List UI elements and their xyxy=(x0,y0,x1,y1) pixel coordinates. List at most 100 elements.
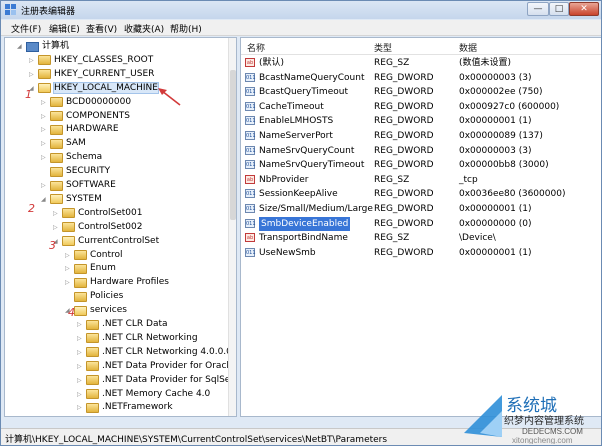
value-row[interactable]: 011 NameSrvQueryTimeout REG_DWORD 0x00000bb… xyxy=(241,158,601,172)
tree-scrollbar-thumb[interactable] xyxy=(230,70,236,220)
tree-node-label[interactable]: SECURITY xyxy=(66,166,110,176)
tree-node[interactable]: ▷ SAM xyxy=(41,137,86,150)
expand-arrow-icon[interactable]: ▷ xyxy=(77,374,86,387)
tree-node[interactable]: ▷ Hardware Profiles xyxy=(65,276,169,289)
tree-node-label[interactable]: HARDWARE xyxy=(66,124,119,134)
tree-node-label[interactable]: SYSTEM xyxy=(66,194,102,204)
value-name[interactable]: UseNewSmb xyxy=(259,246,316,260)
tree-node[interactable]: ▷ .NET CLR Networking 4.0.0.0 xyxy=(77,346,232,359)
key-tree-pane[interactable]: ◢ 计算机 ▷ HKEY_CLASSES_ROOT ▷ HKEY_CURRENT_USER… xyxy=(4,37,237,417)
expand-arrow-icon[interactable]: ▷ xyxy=(77,388,86,401)
tree-node-label[interactable]: ControlSet001 xyxy=(78,208,143,218)
tree-node[interactable]: ◢ SYSTEM xyxy=(41,193,102,206)
expand-arrow-icon[interactable]: ▷ xyxy=(77,346,86,359)
tree-node[interactable]: ◢ 计算机 xyxy=(17,40,69,53)
expand-arrow-icon[interactable]: ▷ xyxy=(65,249,74,262)
expand-arrow-icon[interactable]: ▷ xyxy=(41,151,50,164)
value-name[interactable]: SessionKeepAlive xyxy=(259,187,338,201)
tree-node[interactable]: ▷ ControlSet001 xyxy=(53,207,143,220)
tree-node-label[interactable]: BCD00000000 xyxy=(66,97,131,107)
menu-help[interactable]: 帮助(H) xyxy=(170,22,202,35)
value-name[interactable]: NameSrvQueryCount xyxy=(259,144,354,158)
value-name[interactable]: NameSrvQueryTimeout xyxy=(259,158,364,172)
value-name[interactable]: NbProvider xyxy=(259,173,309,187)
tree-node-label[interactable]: .NET CLR Data xyxy=(102,319,168,329)
expand-arrow-icon[interactable]: ▷ xyxy=(41,137,50,150)
expand-arrow-icon[interactable]: ▷ xyxy=(29,54,38,67)
value-name[interactable]: BcastNameQueryCount xyxy=(259,71,365,85)
expand-arrow-icon[interactable]: ▷ xyxy=(41,123,50,136)
menu-edit[interactable]: 编辑(E) xyxy=(49,22,80,35)
tree-node-label[interactable]: .NETFramework xyxy=(102,402,173,412)
column-header-data[interactable]: 数据 xyxy=(459,41,477,54)
expand-arrow-icon[interactable]: ▷ xyxy=(41,110,50,123)
tree-node-label[interactable]: services xyxy=(90,305,127,315)
value-name[interactable]: Size/Small/Medium/Large xyxy=(259,202,373,216)
column-header-name[interactable]: 名称 xyxy=(247,41,265,54)
value-name[interactable]: TransportBindName xyxy=(259,231,348,245)
expand-arrow-icon[interactable]: ▷ xyxy=(77,401,86,414)
tree-node[interactable]: Policies xyxy=(65,290,123,303)
expand-arrow-icon[interactable]: ▷ xyxy=(41,179,50,192)
value-row[interactable]: 011 SmbDeviceEnabled REG_DWORD 0x00000000 (… xyxy=(241,216,601,231)
tree-node-label[interactable]: .NET Data Provider for SqlSer xyxy=(102,375,234,385)
menu-favorites[interactable]: 收藏夹(A) xyxy=(124,22,164,35)
menu-file[interactable]: 文件(F) xyxy=(11,22,41,35)
tree-node-label[interactable]: COMPONENTS xyxy=(66,111,130,121)
minimize-button[interactable]: — xyxy=(527,2,549,16)
tree-node-label[interactable]: SAM xyxy=(66,138,86,148)
value-name[interactable]: (默认) xyxy=(259,56,284,70)
tree-node-label[interactable]: Policies xyxy=(90,291,123,301)
expand-arrow-icon[interactable]: ▷ xyxy=(77,360,86,373)
tree-node-label[interactable]: .NET CLR Networking xyxy=(102,333,198,343)
value-row[interactable]: 011 EnableLMHOSTS REG_DWORD 0x00000001 (1) xyxy=(241,114,601,128)
value-row[interactable]: 011 SessionKeepAlive REG_DWORD 0x0036ee80 (… xyxy=(241,187,601,201)
expand-arrow-icon[interactable]: ▷ xyxy=(77,332,86,345)
tree-node[interactable]: ▷ .NET Data Provider for SqlSer xyxy=(77,374,234,387)
tree-node[interactable]: ◢ CurrentControlSet xyxy=(53,235,159,248)
menu-view[interactable]: 查看(V) xyxy=(86,22,117,35)
tree-node-label[interactable]: Schema xyxy=(66,152,102,162)
expand-arrow-icon[interactable]: ▷ xyxy=(53,221,62,234)
tree-node-label[interactable]: .NET Memory Cache 4.0 xyxy=(102,389,210,399)
tree-node-label[interactable]: ControlSet002 xyxy=(78,222,143,232)
value-row[interactable]: ab (默认) REG_SZ (数值未设置) xyxy=(241,56,601,70)
tree-node-label[interactable]: HKEY_LOCAL_MACHINE xyxy=(53,81,159,94)
value-name[interactable]: SmbDeviceEnabled xyxy=(259,216,351,231)
values-pane[interactable]: 名称 类型 数据 ab (默认) REG_SZ (数值未设置) 011 BcastName… xyxy=(240,37,601,417)
close-button[interactable]: ✕ xyxy=(569,2,599,16)
tree-node[interactable]: ▷ Schema xyxy=(41,151,102,164)
expand-arrow-icon[interactable]: ▷ xyxy=(29,68,38,81)
collapse-arrow-icon[interactable]: ◢ xyxy=(17,40,26,53)
value-row[interactable]: 011 Size/Small/Medium/Large REG_DWORD 0x000… xyxy=(241,202,601,216)
value-row[interactable]: ab TransportBindName REG_SZ \Device\ xyxy=(241,231,601,245)
tree-node[interactable]: ▷ BCD00000000 xyxy=(41,96,131,109)
value-row[interactable]: 011 BcastQueryTimeout REG_DWORD 0x000002ee … xyxy=(241,85,601,99)
tree-node-label[interactable]: Enum xyxy=(90,263,116,273)
value-name[interactable]: CacheTimeout xyxy=(259,100,324,114)
tree-node-label[interactable]: 计算机 xyxy=(42,41,69,51)
tree-node-label[interactable]: Hardware Profiles xyxy=(90,277,169,287)
tree-node[interactable]: ▷ HARDWARE xyxy=(41,123,119,136)
value-name[interactable]: EnableLMHOSTS xyxy=(259,114,333,128)
tree-node-label[interactable]: SOFTWARE xyxy=(66,180,116,190)
expand-arrow-icon[interactable]: ▷ xyxy=(65,276,74,289)
value-row[interactable]: 011 NameSrvQueryCount REG_DWORD 0x00000003 … xyxy=(241,144,601,158)
collapse-arrow-icon[interactable]: ◢ xyxy=(41,193,50,206)
value-row[interactable]: 011 NameServerPort REG_DWORD 0x00000089 (13… xyxy=(241,129,601,143)
tree-node[interactable]: SECURITY xyxy=(41,165,110,178)
value-row[interactable]: 011 BcastNameQueryCount REG_DWORD 0x0000000… xyxy=(241,71,601,85)
tree-node[interactable]: ▷ .NET Memory Cache 4.0 xyxy=(77,388,210,401)
tree-node[interactable]: ▷ .NET CLR Networking xyxy=(77,332,198,345)
tree-node-label[interactable]: .NET CLR Networking 4.0.0.0 xyxy=(102,347,232,357)
value-row[interactable]: ab NbProvider REG_SZ _tcp xyxy=(241,173,601,187)
tree-node[interactable]: ▷ HKEY_CURRENT_USER xyxy=(29,68,154,81)
column-header-type[interactable]: 类型 xyxy=(374,41,392,54)
expand-arrow-icon[interactable]: ▷ xyxy=(41,96,50,109)
expand-arrow-icon[interactable]: ▷ xyxy=(77,318,86,331)
tree-node[interactable]: ▷ .NET CLR Data xyxy=(77,318,168,331)
value-row[interactable]: 011 CacheTimeout REG_DWORD 0x000927c0 (6000… xyxy=(241,100,601,114)
value-row[interactable]: 011 UseNewSmb REG_DWORD 0x00000001 (1) xyxy=(241,246,601,260)
tree-node-label[interactable]: Control xyxy=(90,250,123,260)
maximize-button[interactable]: □ xyxy=(549,2,569,16)
